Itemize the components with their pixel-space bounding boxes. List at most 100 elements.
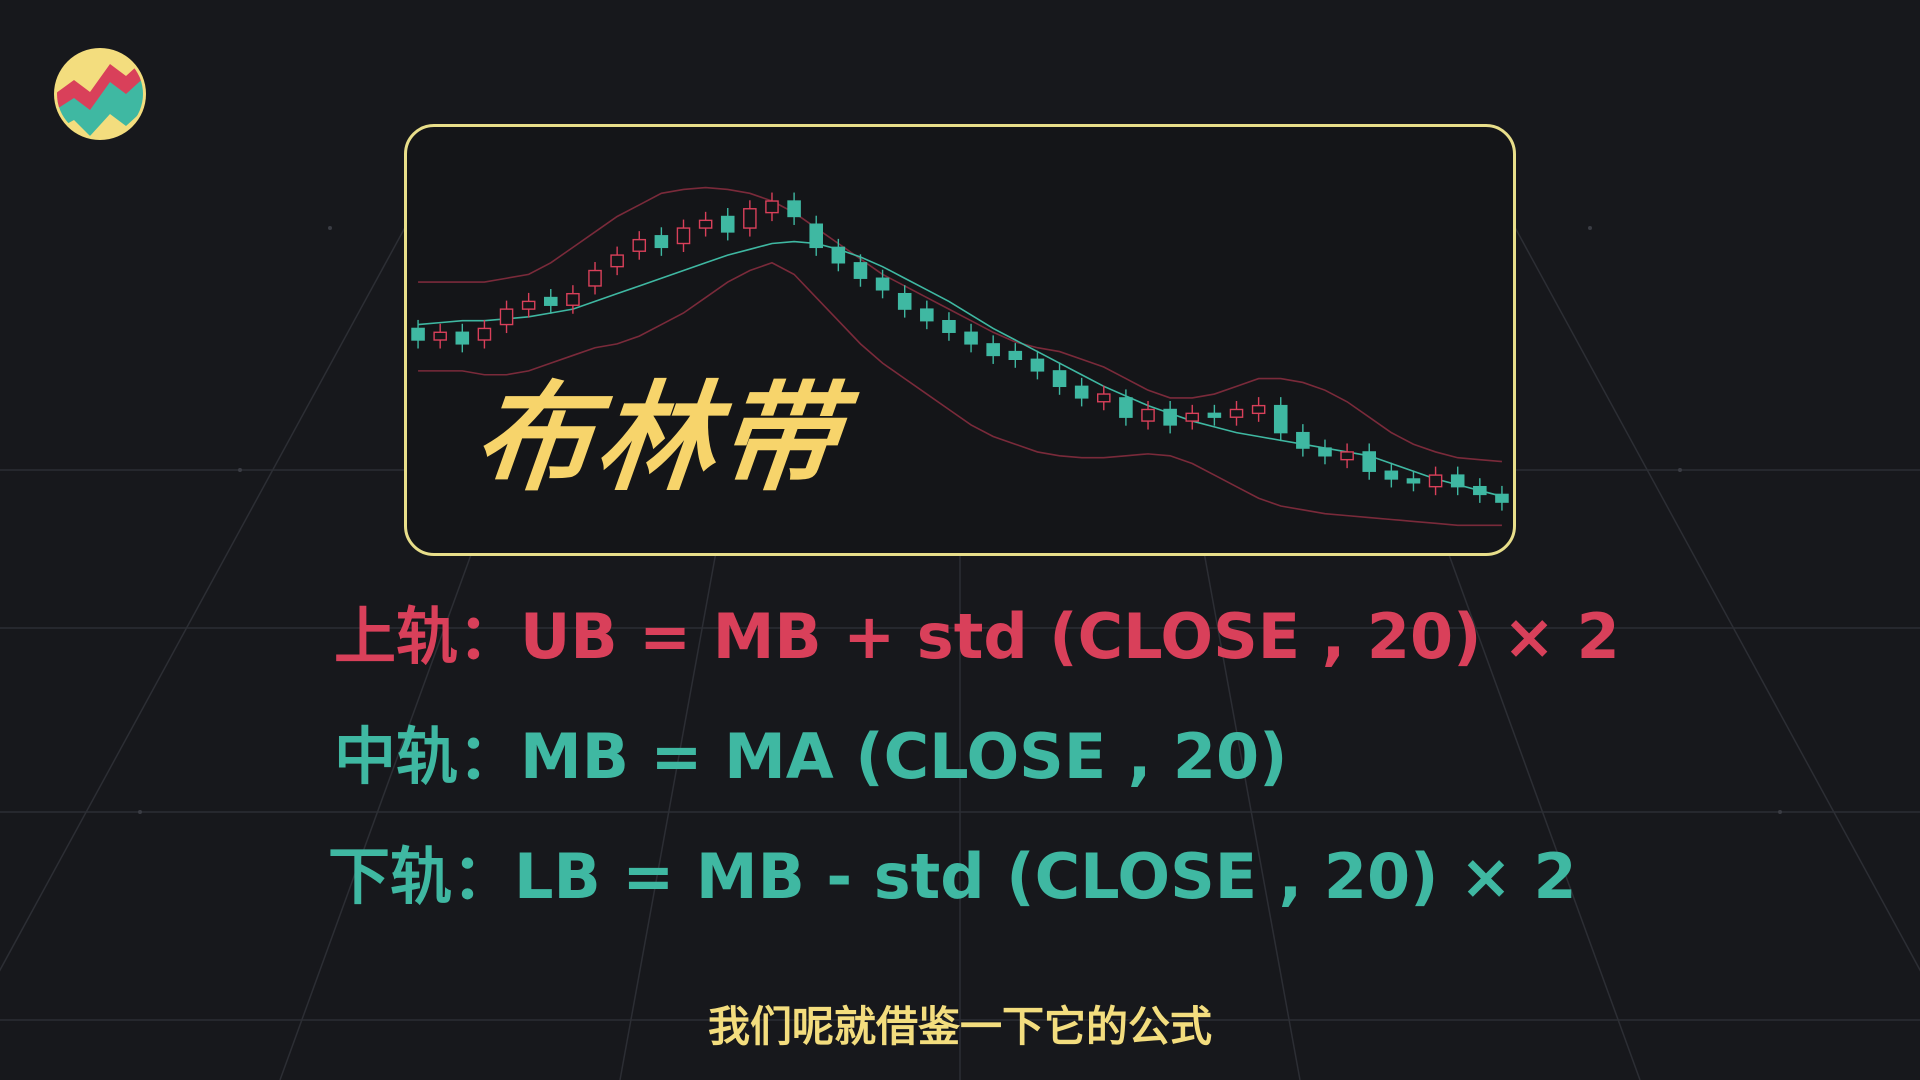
candle-body [1495, 493, 1509, 503]
candle-body [588, 269, 602, 287]
candle-body [1185, 412, 1200, 422]
candle-body [1141, 408, 1155, 422]
candle [455, 323, 470, 353]
candle-body [1473, 485, 1487, 496]
candle [1450, 466, 1465, 496]
candle-body [1030, 358, 1045, 372]
candle-body [720, 215, 735, 233]
candle [1384, 462, 1399, 488]
candle [632, 231, 647, 260]
candle-body [610, 254, 624, 268]
candle-body [875, 277, 890, 291]
candle-body [521, 300, 536, 310]
candle [1229, 400, 1244, 426]
candle [1473, 478, 1487, 503]
candle [610, 246, 624, 276]
candle-body [964, 331, 978, 345]
candle-body [1207, 412, 1222, 418]
candle [964, 323, 978, 353]
candle-body [787, 200, 801, 218]
candle [809, 215, 824, 256]
candle [1052, 362, 1067, 395]
candle-body [1428, 474, 1443, 488]
candle [1008, 343, 1023, 368]
candle [897, 285, 912, 318]
candle-body [920, 308, 934, 322]
candle [1318, 439, 1332, 465]
candle [920, 300, 934, 330]
slide: 布林带 上轨：UB = MB + std (CLOSE , 20) × 2 中轨… [0, 0, 1920, 1080]
candle-body [1318, 447, 1332, 457]
candle-body [897, 292, 912, 310]
candle-body [477, 327, 492, 341]
candle-body [1163, 408, 1177, 426]
candle-body [632, 238, 647, 252]
candle-body [1074, 385, 1089, 399]
upper-band-formula: 上轨：UB = MB + std (CLOSE , 20) × 2 [334, 600, 1620, 673]
candle-body [986, 343, 1000, 357]
middle-band-formula: 中轨：MB = MA (CLOSE , 20) [334, 720, 1288, 793]
candle [743, 200, 757, 237]
candle [720, 207, 735, 241]
candle-body [1229, 408, 1244, 418]
candle-body [1096, 393, 1111, 403]
candle [831, 238, 846, 272]
candle [1296, 424, 1310, 457]
candle-body [1296, 431, 1310, 449]
candle-body [698, 219, 713, 229]
candle-body [1008, 350, 1023, 361]
chart-title: 布林带 [467, 369, 849, 507]
candle-body [1119, 397, 1133, 418]
candle [986, 335, 1000, 364]
candle-body [942, 319, 956, 333]
candle-body [676, 227, 691, 245]
candle [1406, 470, 1421, 492]
candle [1030, 350, 1045, 380]
candle [787, 192, 801, 225]
candle [543, 289, 558, 314]
bollinger-chart-card: 布林带 [404, 124, 1516, 556]
candle [1362, 443, 1377, 480]
candle-body [1251, 404, 1266, 415]
candle-body [1362, 451, 1377, 472]
candle [1096, 385, 1111, 411]
candle [1495, 485, 1509, 511]
candle [1141, 400, 1155, 430]
candle-body [433, 331, 447, 341]
candle-body [654, 235, 669, 249]
candle [875, 269, 890, 299]
candle [698, 211, 713, 237]
candle [1273, 397, 1288, 442]
candle-body [499, 308, 514, 326]
candle [588, 262, 602, 295]
candle [1074, 377, 1089, 407]
candle-body [1384, 470, 1399, 480]
candle-body [543, 296, 558, 306]
candle-body [455, 331, 470, 345]
candle-body [566, 292, 580, 306]
candle [654, 227, 669, 256]
candle [1340, 443, 1354, 469]
candle-body [765, 200, 779, 214]
candle-body [1052, 370, 1067, 388]
candle [676, 219, 691, 252]
candle-body [1340, 451, 1354, 461]
candle [1207, 404, 1222, 426]
candle-body [853, 262, 868, 279]
candle-body [809, 223, 824, 249]
candle-body [743, 208, 757, 229]
chart-logo-icon [54, 48, 146, 140]
candle [521, 292, 536, 318]
lower-band-formula: 下轨：LB = MB - std (CLOSE , 20) × 2 [328, 840, 1577, 913]
candle [942, 312, 956, 341]
candle-body [1273, 404, 1288, 434]
candle-body [1450, 474, 1465, 488]
candle [1428, 466, 1443, 496]
candle [433, 323, 447, 349]
candle-body [1406, 478, 1421, 484]
candle [477, 319, 492, 349]
candle [765, 192, 779, 222]
candle-body [411, 327, 425, 341]
candle [499, 300, 514, 334]
candle [1251, 397, 1266, 422]
